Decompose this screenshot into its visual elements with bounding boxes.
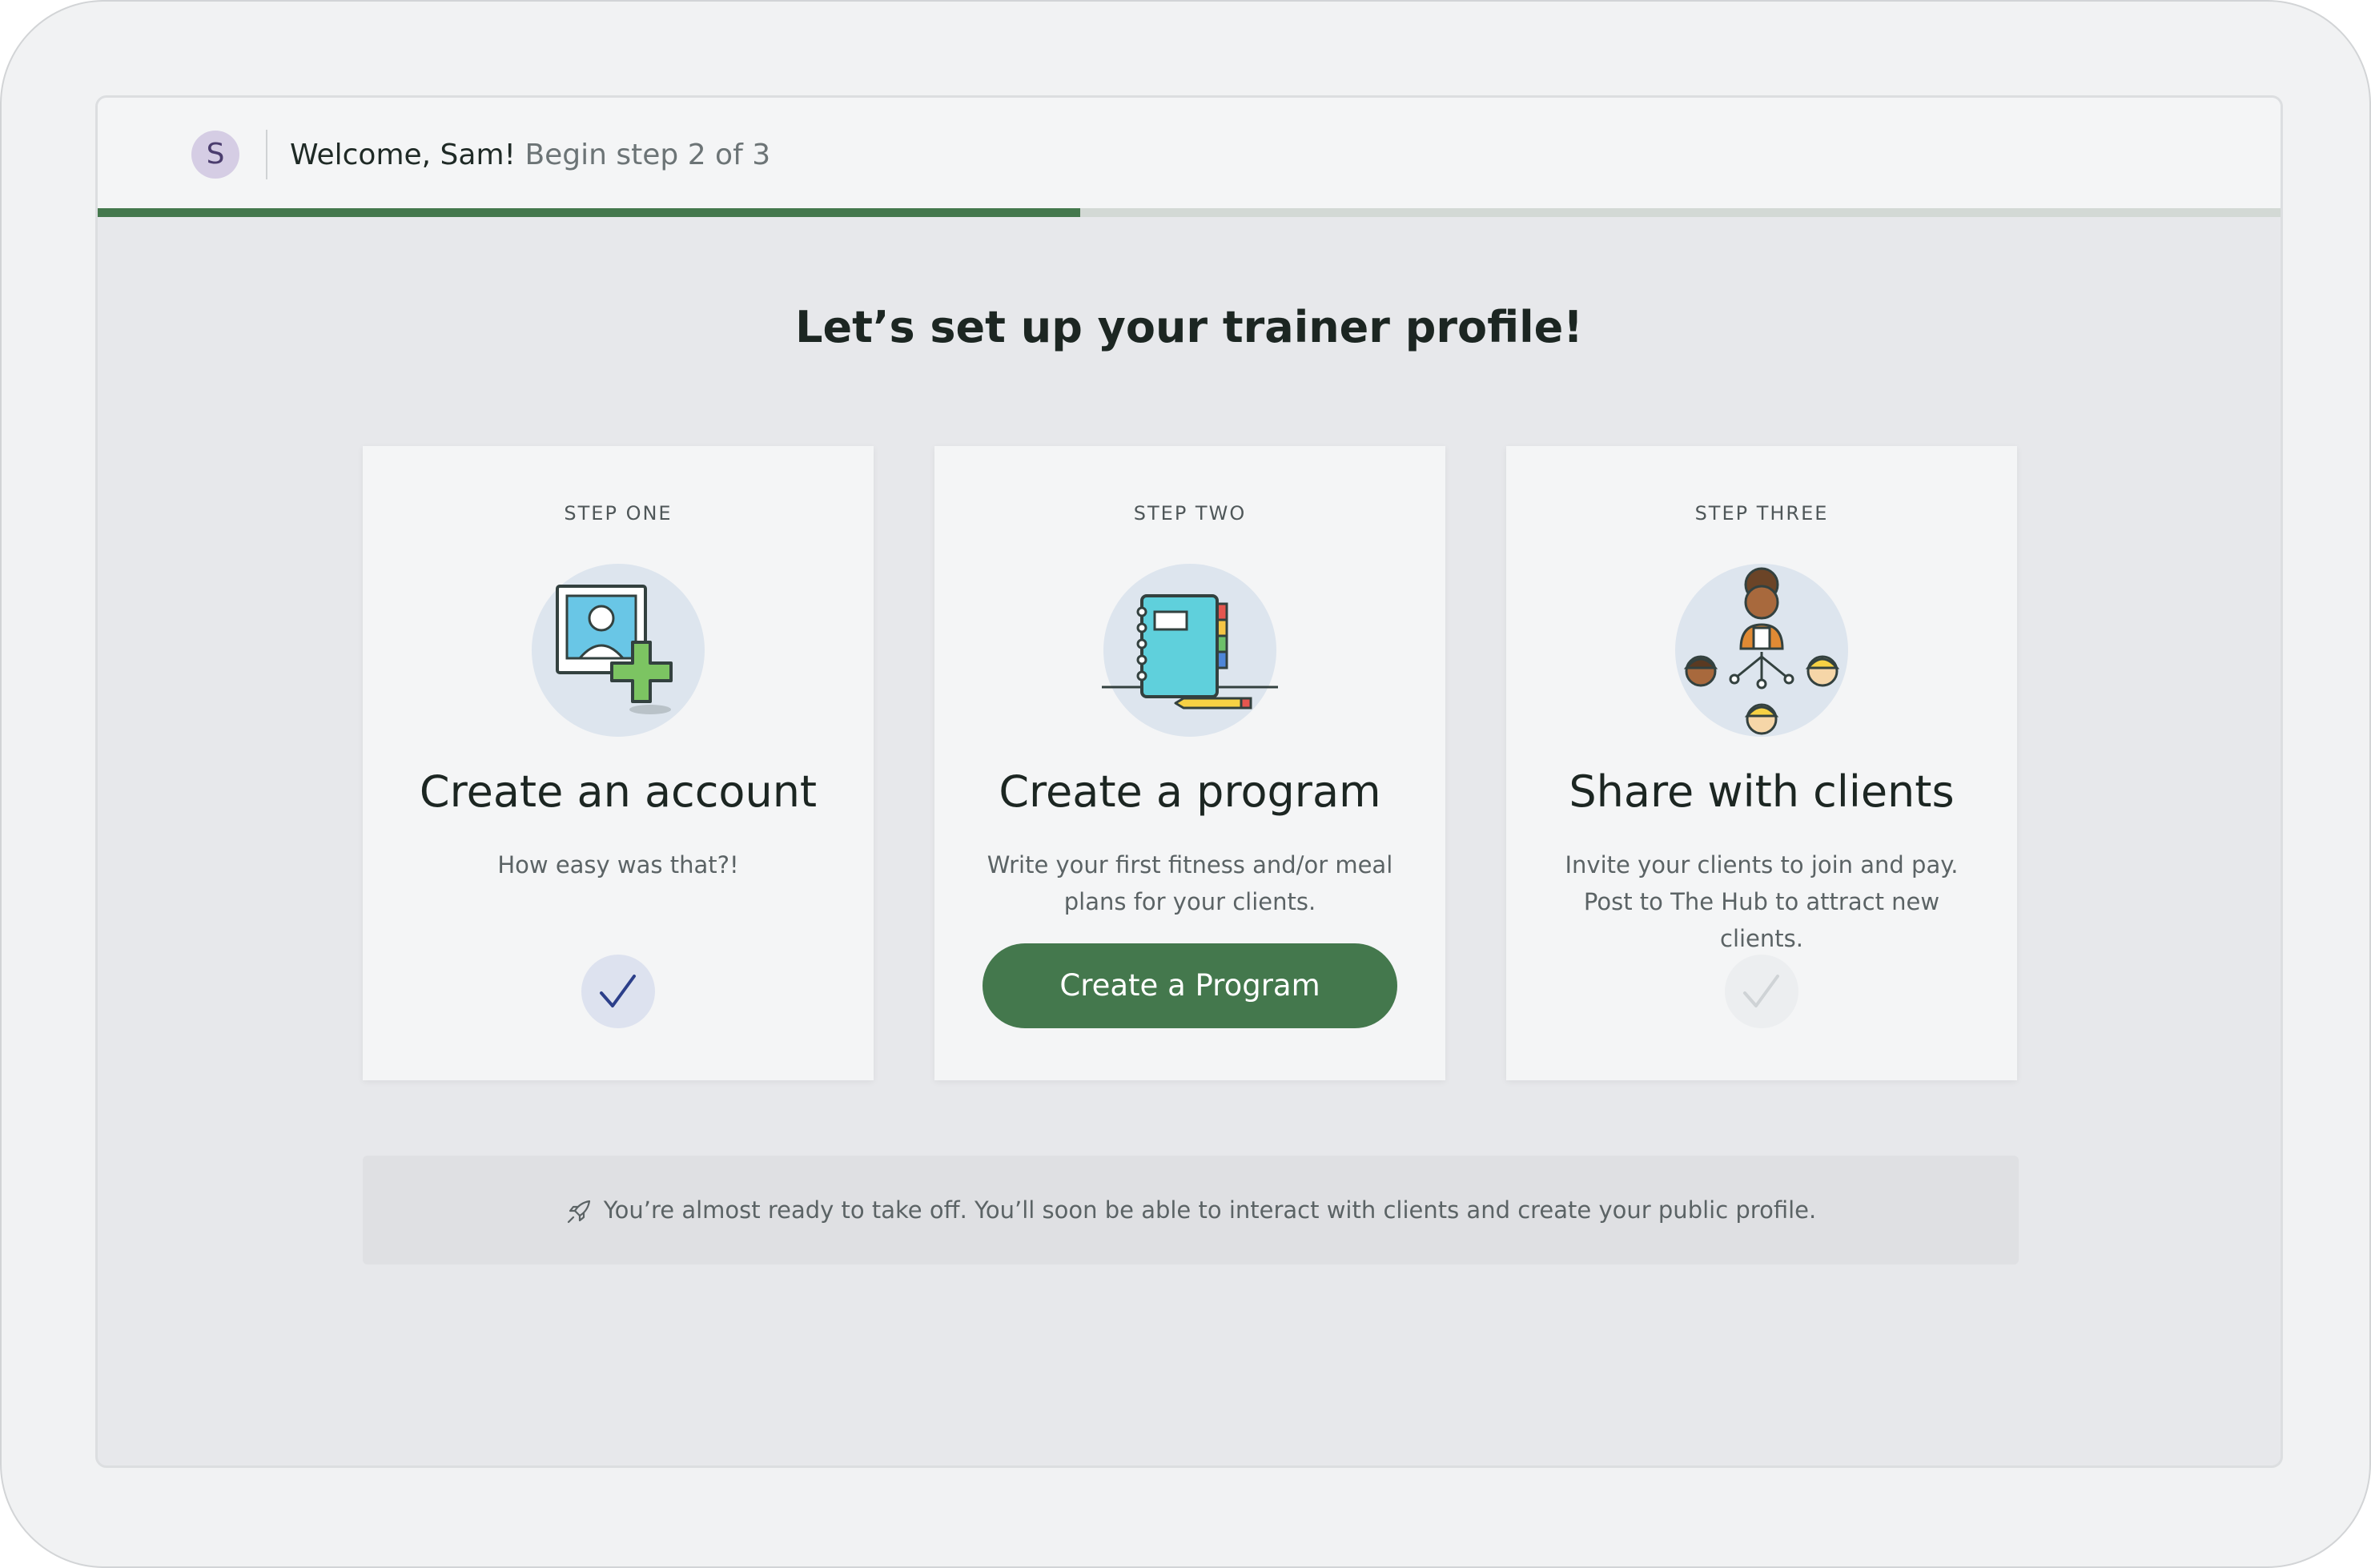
avatar[interactable]: S xyxy=(191,131,239,179)
checkmark-icon xyxy=(600,975,636,1007)
create-program-button[interactable]: Create a Program xyxy=(983,943,1397,1028)
page-title: Let’s set up your trainer profile! xyxy=(795,302,1583,352)
step-pending-check xyxy=(1725,955,1798,1028)
step-card-create-program: STEP TWO Create a program Write your fir… xyxy=(934,446,1445,1080)
step-label: STEP TWO xyxy=(1133,502,1247,525)
step-label: STEP ONE xyxy=(564,502,673,525)
step-title: Share with clients xyxy=(1569,766,1955,817)
checkmark-icon xyxy=(1743,975,1779,1007)
header-divider xyxy=(266,130,267,179)
progress-bar xyxy=(98,208,2281,217)
step-description: Write your first fitness and/or meal pla… xyxy=(987,851,1393,915)
app-window: S Welcome, Sam! Begin step 2 of 3 Let’s … xyxy=(95,95,2283,1468)
step-card-share-clients: STEP THREE Share with clients Invite you… xyxy=(1506,446,2017,1080)
notice-text: You’re almost ready to take off. You’ll … xyxy=(603,1196,1817,1224)
device-frame: S Welcome, Sam! Begin step 2 of 3 Let’s … xyxy=(0,0,2371,1568)
rocket-icon xyxy=(567,1200,590,1224)
greeting-text: Welcome, Sam! xyxy=(290,139,516,171)
header-bar: S Welcome, Sam! Begin step 2 of 3 xyxy=(98,98,2281,208)
step-card-create-account: STEP ONE Create an account How easy was … xyxy=(363,446,874,1080)
trainer-clients-network-icon xyxy=(1675,564,1848,737)
notebook-pencil-icon xyxy=(1102,564,1278,737)
step-title: Create a program xyxy=(999,766,1381,817)
step-indicator-text: Begin step 2 of 3 xyxy=(524,139,771,171)
welcome-message: Welcome, Sam! Begin step 2 of 3 xyxy=(290,133,770,178)
step-title: Create an account xyxy=(419,766,818,817)
step-label: STEP THREE xyxy=(1694,502,1829,525)
info-notice: You’re almost ready to take off. You’ll … xyxy=(363,1156,2019,1264)
step-description: How easy was that?! xyxy=(497,851,739,878)
profile-photo-add-icon xyxy=(532,564,705,737)
progress-bar-fill xyxy=(98,208,1080,217)
step-complete-check xyxy=(581,955,655,1028)
step-description: Invite your clients to join and pay. Pos… xyxy=(1565,851,1959,952)
